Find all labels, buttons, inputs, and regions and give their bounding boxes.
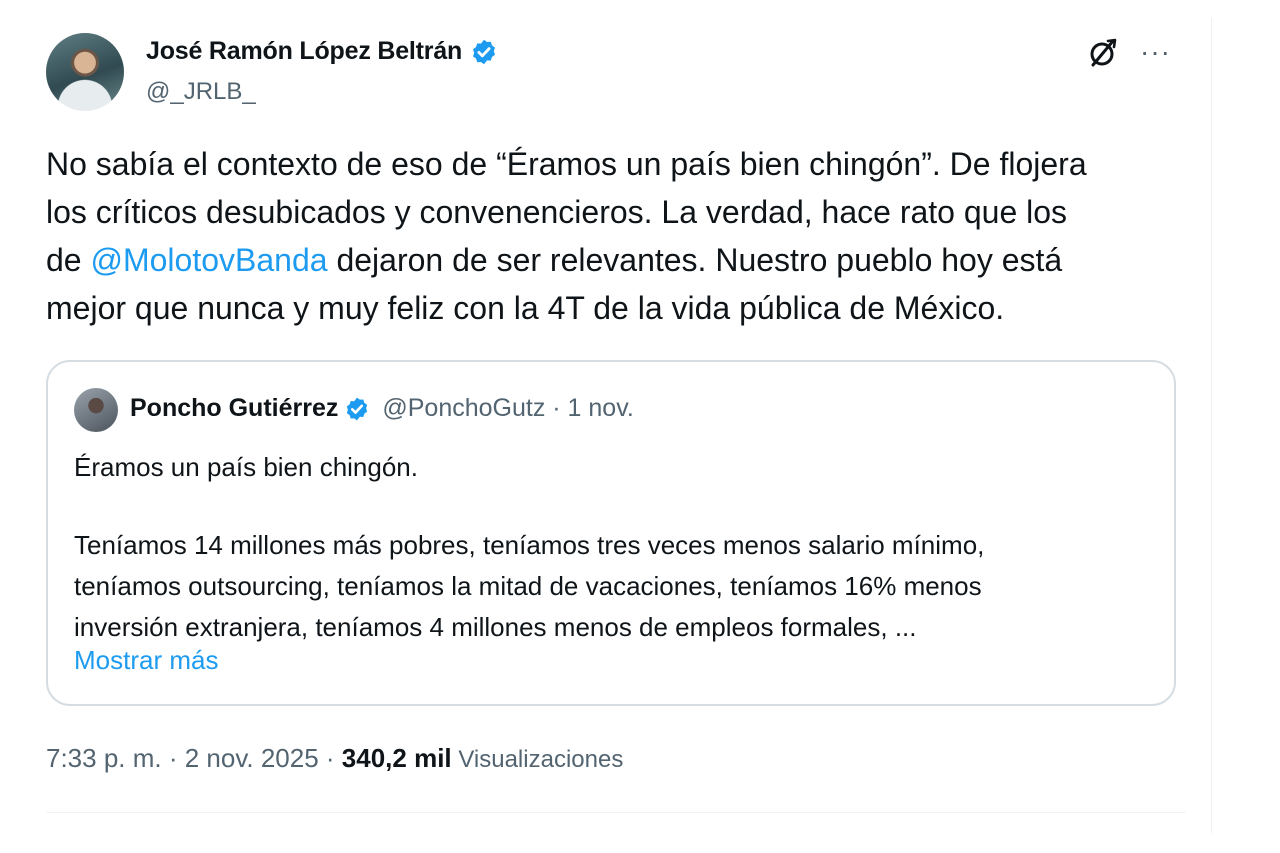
author-name-row: José Ramón López Beltrán bbox=[146, 37, 498, 66]
quoted-tweet-first-line: Éramos un país bien chingón. bbox=[74, 452, 418, 482]
tweet-text-fragment: dejaron de ser relevantes. Nuestro puebl… bbox=[327, 242, 1063, 278]
views-label: Visualizaciones bbox=[451, 746, 624, 773]
tweet-meta: 7:33 p. m. · 2 nov. 2025 · 340,2 mil Vis… bbox=[46, 743, 623, 774]
quoted-body-line: Teníamos 14 millones más pobres, teníamo… bbox=[74, 530, 985, 560]
quoted-tweet-body: Teníamos 14 millones más pobres, teníamo… bbox=[74, 525, 1164, 648]
tweet-text-line: mejor que nunca y muy feliz con la 4T de… bbox=[46, 290, 1005, 326]
tweet-text-line: No sabía el contexto de eso de “Éramos u… bbox=[46, 146, 1087, 182]
author-avatar[interactable] bbox=[46, 33, 124, 111]
tweet-text-line: los críticos desubicados y convenenciero… bbox=[46, 194, 1068, 230]
show-more-link[interactable]: Mostrar más bbox=[74, 645, 218, 676]
quoted-body-line: teníamos outsourcing, teníamos la mitad … bbox=[74, 571, 982, 601]
quoted-author-avatar[interactable] bbox=[74, 388, 118, 432]
verified-badge-icon bbox=[347, 397, 368, 420]
quoted-author-name[interactable]: Poncho Gutiérrez bbox=[130, 394, 338, 423]
quoted-tweet-card[interactable]: Poncho Gutiérrez @PonchoGutz · 1 nov. Ér… bbox=[46, 360, 1176, 706]
tweet-text-line: de @MolotovBanda dejaron de ser relevant… bbox=[46, 236, 1186, 284]
tweet-timestamp[interactable]: 7:33 p. m. · 2 nov. 2025 · bbox=[46, 743, 342, 773]
quoted-tweet-header: Poncho Gutiérrez @PonchoGutz · 1 nov. bbox=[130, 394, 634, 423]
author-name[interactable]: José Ramón López Beltrán bbox=[146, 37, 462, 66]
more-options-icon[interactable]: ··· bbox=[1140, 38, 1174, 66]
divider bbox=[46, 812, 1186, 813]
grok-icon[interactable] bbox=[1086, 36, 1120, 70]
mention-link[interactable]: @MolotovBanda bbox=[90, 242, 327, 278]
author-handle[interactable]: @_JRLB_ bbox=[146, 78, 256, 106]
quoted-body-line: inversión extranjera, teníamos 4 millone… bbox=[74, 612, 917, 642]
tweet-text-fragment: de bbox=[46, 242, 91, 278]
tweet-text: No sabía el contexto de eso de “Éramos u… bbox=[46, 140, 1186, 332]
quoted-handle-date[interactable]: @PonchoGutz · 1 nov. bbox=[382, 394, 633, 423]
verified-badge-icon bbox=[473, 39, 496, 64]
views-count: 340,2 mil bbox=[341, 743, 452, 773]
